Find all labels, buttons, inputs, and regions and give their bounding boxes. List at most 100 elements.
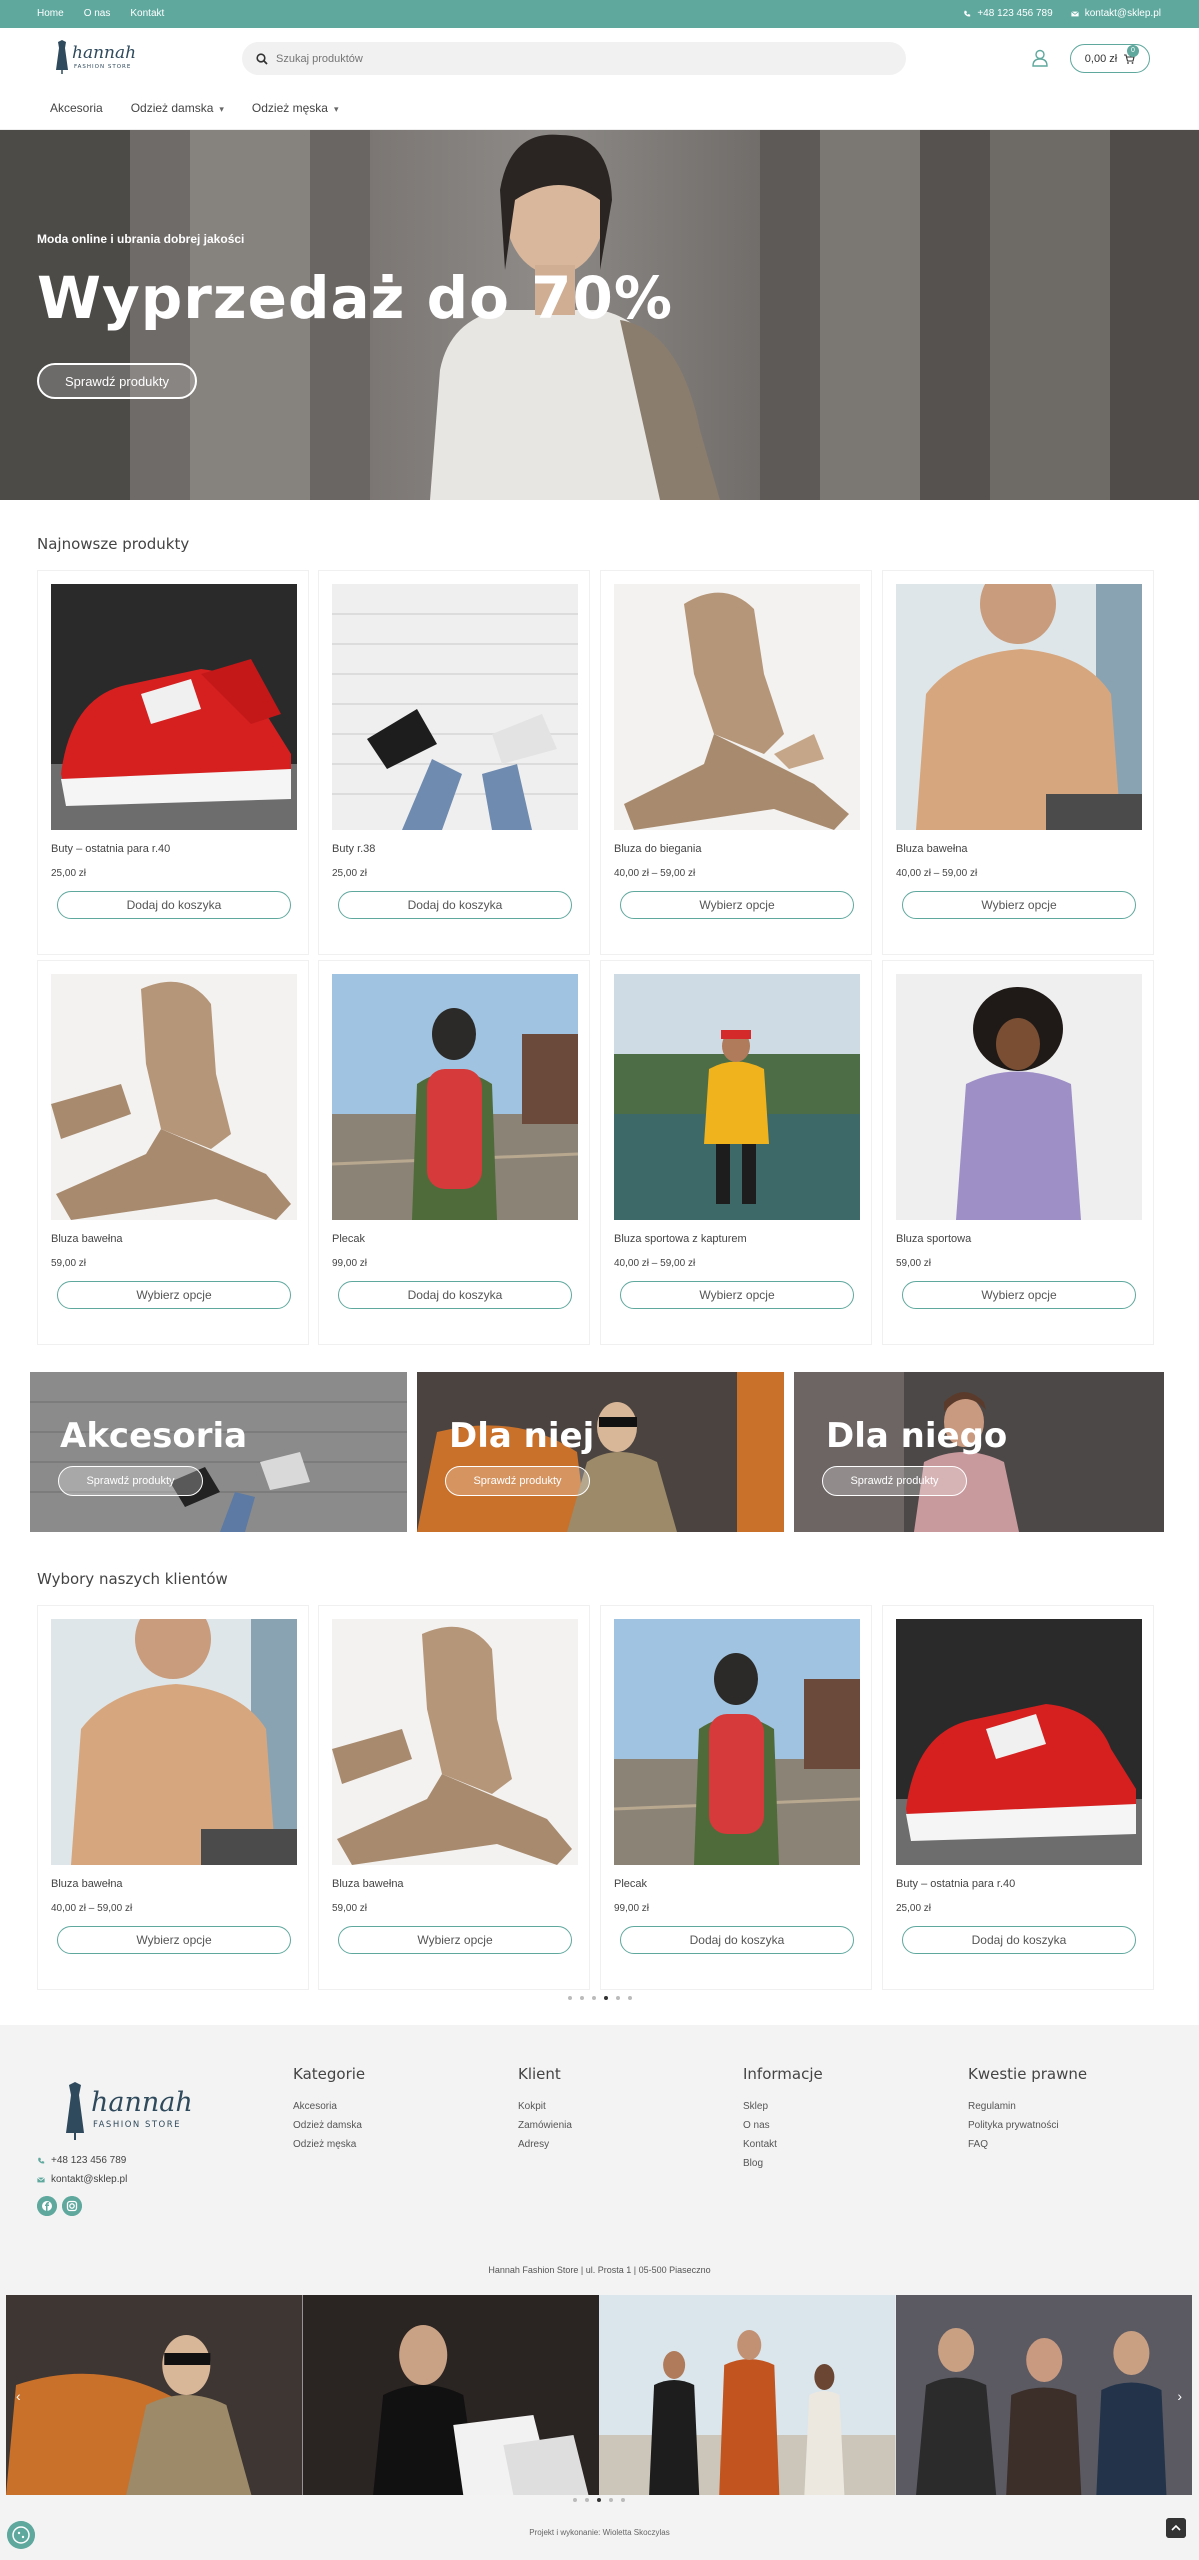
product-image[interactable] <box>896 1619 1142 1865</box>
select-options-button[interactable]: Wybierz opcje <box>338 1926 572 1954</box>
top-link-about[interactable]: O nas <box>84 8 111 19</box>
footer-email[interactable]: kontakt@sklep.pl <box>37 2174 127 2185</box>
select-options-button[interactable]: Wybierz opcje <box>57 1281 291 1309</box>
footer-link[interactable]: Kokpit <box>518 2101 572 2112</box>
carousel-dot[interactable] <box>580 1996 584 2000</box>
cart-button[interactable]: 0,00 zł 0 <box>1070 44 1150 73</box>
hero-cta-button[interactable]: Sprawdź produkty <box>37 363 197 399</box>
footer-credit: Projekt i wykonanie: Wioletta Skoczylas <box>529 2528 670 2537</box>
footer-link[interactable]: Odzież damska <box>293 2120 365 2131</box>
nav-item-label: Odzież damska <box>130 100 214 115</box>
footer-link[interactable]: Odzież męska <box>293 2139 365 2150</box>
gallery-next-arrow[interactable]: › <box>1177 2388 1182 2404</box>
footer-link[interactable]: Kontakt <box>743 2139 823 2150</box>
nav-item-womens[interactable]: Odzież damska ▾ <box>131 101 224 115</box>
gallery-image[interactable] <box>302 2295 600 2495</box>
carousel-dot[interactable] <box>628 1996 632 2000</box>
select-options-button[interactable]: Wybierz opcje <box>902 891 1136 919</box>
top-link-contact[interactable]: Kontakt <box>130 8 164 19</box>
category-banner-accessories[interactable]: Akcesoria Sprawdź produkty <box>30 1372 407 1532</box>
footer-link[interactable]: Regulamin <box>968 2101 1087 2112</box>
product-name[interactable]: Bluza sportowa <box>896 1233 971 1245</box>
add-to-cart-button[interactable]: Dodaj do koszyka <box>57 891 291 919</box>
product-name[interactable]: Bluza do biegania <box>614 843 701 855</box>
product-price: 40,00 zł – 59,00 zł <box>614 868 696 879</box>
product-image[interactable] <box>332 584 578 830</box>
footer-link[interactable]: Akcesoria <box>293 2101 365 2112</box>
product-name[interactable]: Bluza bawełna <box>51 1878 123 1890</box>
instagram-icon[interactable] <box>62 2196 82 2216</box>
category-banner-women[interactable]: Dla niej Sprawdź produkty <box>417 1372 784 1532</box>
carousel-dot[interactable] <box>621 2498 625 2502</box>
category-cta-button[interactable]: Sprawdź produkty <box>445 1466 590 1496</box>
product-name[interactable]: Bluza bawełna <box>332 1878 404 1890</box>
top-email[interactable]: kontakt@sklep.pl <box>1070 8 1161 19</box>
add-to-cart-button[interactable]: Dodaj do koszyka <box>620 1926 854 1954</box>
footer-link[interactable]: Adresy <box>518 2139 572 2150</box>
carousel-dot[interactable] <box>585 2498 589 2502</box>
carousel-dot[interactable] <box>616 1996 620 2000</box>
top-link-home[interactable]: Home <box>37 8 64 19</box>
product-image[interactable] <box>896 584 1142 830</box>
logo[interactable]: hannah FASHION STORE <box>48 36 138 76</box>
footer-link[interactable]: Blog <box>743 2158 823 2169</box>
nav-item-mens[interactable]: Odzież męska ▾ <box>252 101 339 115</box>
add-to-cart-button[interactable]: Dodaj do koszyka <box>338 891 572 919</box>
add-to-cart-button[interactable]: Dodaj do koszyka <box>338 1281 572 1309</box>
product-image[interactable] <box>614 974 860 1220</box>
user-icon[interactable] <box>1030 48 1050 68</box>
carousel-dot-active[interactable] <box>597 2498 601 2502</box>
cookie-icon[interactable] <box>7 2521 35 2549</box>
footer-logo[interactable]: hannah FASHION STORE <box>55 2075 195 2145</box>
product-image[interactable] <box>332 1619 578 1865</box>
arrow-up-icon[interactable] <box>1166 2518 1186 2538</box>
footer-link[interactable]: Polityka prywatności <box>968 2120 1087 2131</box>
carousel-dot[interactable] <box>609 2498 613 2502</box>
select-options-button[interactable]: Wybierz opcje <box>620 1281 854 1309</box>
product-image[interactable] <box>614 1619 860 1865</box>
phone-icon <box>38 2157 45 2164</box>
category-banner-men[interactable]: Dla niego Sprawdź produkty <box>794 1372 1164 1532</box>
product-name[interactable]: Bluza sportowa z kapturem <box>614 1233 747 1245</box>
product-name[interactable]: Bluza bawełna <box>51 1233 123 1245</box>
nav-item-accessories[interactable]: Akcesoria <box>50 101 103 115</box>
category-cta-button[interactable]: Sprawdź produkty <box>58 1466 203 1496</box>
search-icon[interactable] <box>256 52 268 65</box>
product-image[interactable] <box>51 974 297 1220</box>
footer-link[interactable]: FAQ <box>968 2139 1087 2150</box>
gallery-prev-arrow[interactable]: ‹ <box>16 2388 21 2404</box>
product-image[interactable] <box>51 1619 297 1865</box>
add-to-cart-button[interactable]: Dodaj do koszyka <box>902 1926 1136 1954</box>
carousel-dot-active[interactable] <box>604 1996 608 2000</box>
carousel-dot[interactable] <box>568 1996 572 2000</box>
product-name[interactable]: Bluza bawełna <box>896 843 968 855</box>
footer-link[interactable]: Zamówienia <box>518 2120 572 2131</box>
facebook-icon[interactable] <box>37 2196 57 2216</box>
carousel-dot[interactable] <box>573 2498 577 2502</box>
search-input[interactable] <box>276 52 836 65</box>
product-name[interactable]: Buty r.38 <box>332 843 375 855</box>
product-price: 40,00 zł – 59,00 zł <box>614 1258 696 1269</box>
select-options-button[interactable]: Wybierz opcje <box>902 1281 1136 1309</box>
product-name[interactable]: Plecak <box>332 1233 365 1245</box>
select-options-button[interactable]: Wybierz opcje <box>620 891 854 919</box>
carousel-dot[interactable] <box>592 1996 596 2000</box>
footer-phone[interactable]: +48 123 456 789 <box>37 2155 126 2166</box>
footer-link[interactable]: Sklep <box>743 2101 823 2112</box>
product-name[interactable]: Plecak <box>614 1878 647 1890</box>
product-card: Bluza bawełna 59,00 zł Wybierz opcje <box>318 1605 590 1990</box>
product-image[interactable] <box>896 974 1142 1220</box>
product-image[interactable] <box>332 974 578 1220</box>
select-options-button[interactable]: Wybierz opcje <box>57 1926 291 1954</box>
search-bar <box>242 42 906 75</box>
gallery-image[interactable] <box>6 2295 303 2495</box>
top-phone[interactable]: +48 123 456 789 <box>963 8 1053 19</box>
category-cta-button[interactable]: Sprawdź produkty <box>822 1466 967 1496</box>
product-name[interactable]: Buty – ostatnia para r.40 <box>51 843 170 855</box>
gallery-image[interactable] <box>599 2295 896 2495</box>
product-name[interactable]: Buty – ostatnia para r.40 <box>896 1878 1015 1890</box>
product-image[interactable] <box>614 584 860 830</box>
gallery-image[interactable] <box>895 2295 1193 2495</box>
product-image[interactable] <box>51 584 297 830</box>
footer-link[interactable]: O nas <box>743 2120 823 2131</box>
